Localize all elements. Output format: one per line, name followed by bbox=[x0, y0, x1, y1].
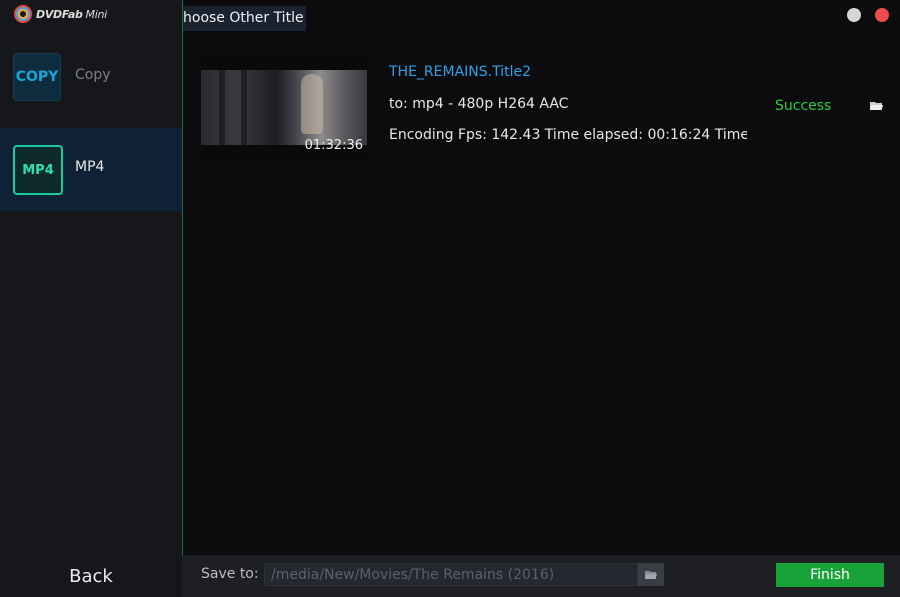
open-folder-icon[interactable] bbox=[870, 101, 883, 111]
mp4-mode-icon: MP4 bbox=[13, 145, 63, 195]
logo-text: DVDFab Mini bbox=[36, 7, 107, 21]
back-button[interactable]: Back bbox=[0, 555, 182, 597]
browse-folder-button[interactable] bbox=[638, 563, 664, 586]
save-path-field[interactable] bbox=[264, 563, 638, 586]
folder-icon bbox=[645, 570, 657, 579]
thumbnail-detail bbox=[219, 70, 225, 145]
dvdfab-disc-icon bbox=[14, 5, 32, 23]
sidebar-divider bbox=[182, 0, 183, 597]
app-logo: DVDFab Mini bbox=[14, 4, 107, 24]
thumbnail-image bbox=[201, 70, 367, 145]
sidebar-item-label: Copy bbox=[75, 67, 111, 83]
sidebar-item-label: MP4 bbox=[75, 159, 105, 175]
copy-mode-icon: COPY bbox=[13, 53, 61, 101]
status-badge: Success bbox=[775, 98, 832, 114]
thumbnail-duration: 01:32:36 bbox=[304, 138, 363, 153]
thumbnail-detail bbox=[241, 70, 247, 145]
task-output-format: to: mp4 - 480p H264 AAC bbox=[389, 96, 569, 112]
minimize-button[interactable] bbox=[847, 8, 861, 22]
sidebar-item-mp4[interactable]: MP4 MP4 bbox=[0, 128, 182, 211]
sidebar-item-copy[interactable]: COPY Copy bbox=[0, 36, 182, 119]
video-thumbnail: 01:32:36 bbox=[201, 56, 367, 159]
finish-button[interactable]: Finish bbox=[776, 563, 884, 587]
save-to-label: Save to: bbox=[201, 566, 259, 582]
close-button[interactable] bbox=[875, 8, 889, 22]
choose-other-title-button[interactable]: hoose Other Title bbox=[183, 6, 306, 31]
thumbnail-detail bbox=[301, 74, 323, 134]
task-title: THE_REMAINS.Title2 bbox=[389, 64, 532, 80]
task-progress-info: Encoding Fps: 142.43 Time elapsed: 00:16… bbox=[389, 127, 747, 143]
sidebar: DVDFab Mini COPY Copy MP4 MP4 bbox=[0, 0, 182, 555]
